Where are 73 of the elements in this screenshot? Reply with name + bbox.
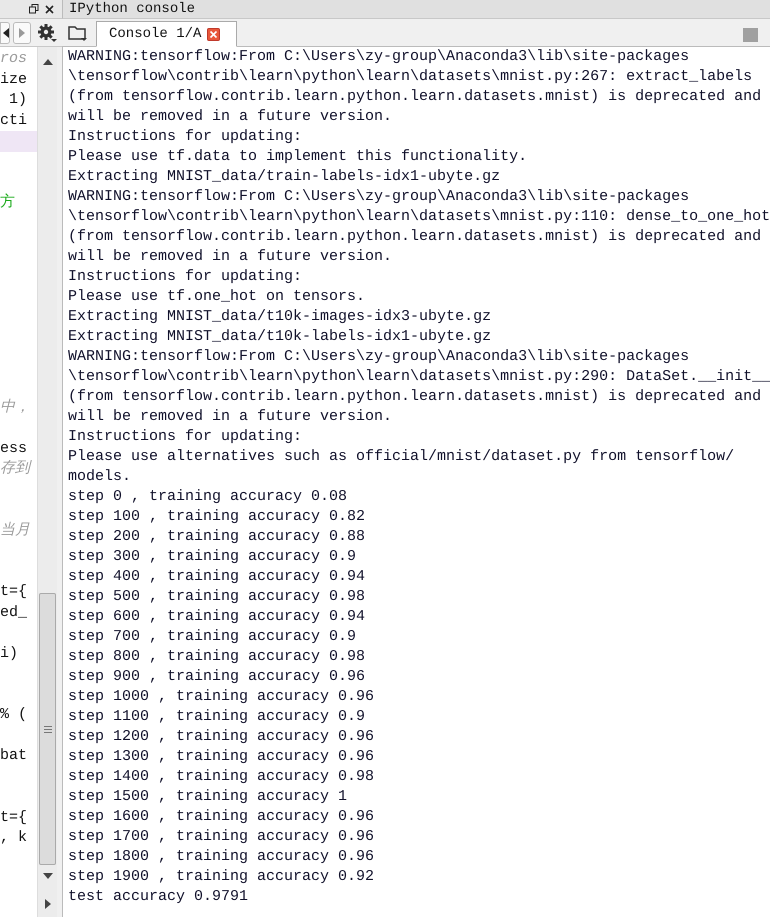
console-output-line: Extracting MNIST_data/train-labels-idx1-ubyte.gz [68,167,500,187]
right-arrow-icon [19,28,25,38]
pane-title: IPython console [69,2,196,16]
console-output-line: step 1600 , training accuracy 0.96 [68,807,374,827]
console-output-line: step 0 , training accuracy 0.08 [68,487,348,507]
console-output-line: Please use tf.one_hot on tensors. [68,287,366,307]
console-output-line: step 1200 , training accuracy 0.96 [68,727,374,747]
console-output-line: (from tensorflow.contrib.learn.python.learn.datasets.mnist) is deprecated and [68,227,762,247]
settings-icon[interactable] [37,22,57,42]
console-output-line: \tensorflow\contrib\learn\python\learn\datasets\mnist.py:110: dense_to_one_hot [68,207,770,227]
console-output-line: step 1100 , training accuracy 0.9 [68,707,366,727]
console-output-line: step 1700 , training accuracy 0.96 [68,827,374,847]
code-fragment: bat [0,746,28,766]
code-fragment: ros [0,49,28,69]
console-output-line: step 800 , training accuracy 0.98 [68,647,366,667]
code-fragment: i) [0,644,18,664]
folder-icon[interactable] [68,24,88,42]
left-arrow-icon [3,28,9,38]
console-output-line: \tensorflow\contrib\learn\python\learn\datasets\mnist.py:267: extract_labels [68,67,752,87]
console-output-line: will be removed in a future version. [68,407,392,427]
code-fragment: t={ [0,808,28,828]
console-output-line: Please use tf.data to implement this functionality. [68,147,528,167]
console-output-line: WARNING:tensorflow:From C:\Users\zy-group\Anaconda3\lib\site-packages [68,187,690,207]
console-output-line: WARNING:tensorflow:From C:\Users\zy-group\Anaconda3\lib\site-packages [68,47,690,67]
code-fragment: 1) [8,90,28,110]
console-output-line: step 500 , training accuracy 0.98 [68,587,366,607]
console-output-line: Extracting MNIST_data/t10k-labels-idx1-ubyte.gz [68,327,492,347]
console-output-line: Extracting MNIST_data/t10k-images-idx3-ubyte.gz [68,307,492,327]
code-fragment: 方 [0,192,15,212]
code-fragment: 当月 [0,520,30,540]
console-tab[interactable]: Console 1/A [96,21,238,47]
code-fragment: t={ [0,582,28,602]
code-fragment: , k [0,828,28,848]
code-fragment: % ( [0,705,28,725]
console-output-line: WARNING:tensorflow:From C:\Users\zy-group\Anaconda3\lib\site-packages [68,347,690,367]
console-output-line: (from tensorflow.contrib.learn.python.learn.datasets.mnist) is deprecated and [68,87,762,107]
console-output-line: will be removed in a future version. [68,247,392,267]
console-output-line: Instructions for updating: [68,267,302,287]
code-fragment: ed_ [0,602,28,622]
code-fragment: 中， [0,398,30,418]
console-output-line: Instructions for updating: [68,127,302,147]
console-output-line: step 1400 , training accuracy 0.98 [68,767,374,787]
console-output-line: step 1000 , training accuracy 0.96 [68,687,374,707]
close-tab-icon[interactable] [207,28,220,40]
console-output-line: step 1800 , training accuracy 0.96 [68,847,374,867]
code-fragment: cti [0,110,28,130]
back-button[interactable] [0,22,10,44]
console-output-line: step 100 , training accuracy 0.82 [68,507,366,527]
scrollbar-thumb[interactable] [39,593,56,865]
console-output-line: step 200 , training accuracy 0.88 [68,527,366,547]
scroll-down-icon[interactable] [42,873,52,879]
restore-icon[interactable] [29,4,39,14]
console-output-line: Please use alternatives such as official/mnist/dataset.py from tensorflow/ [68,447,734,467]
console-output-line: step 400 , training accuracy 0.94 [68,567,366,587]
console-output-line: step 300 , training accuracy 0.9 [68,547,356,567]
code-fragment: ize [0,70,28,90]
scroll-up-icon[interactable] [42,59,52,65]
console-output-line: step 600 , training accuracy 0.94 [68,607,366,627]
console-output-line: models. [68,467,132,487]
console-output-line: test accuracy 0.9791 [68,887,248,907]
console-output-line: will be removed in a future version. [68,107,392,127]
console-output-line: step 1500 , training accuracy 1 [68,787,348,807]
console-output-line: step 1300 , training accuracy 0.96 [68,747,374,767]
console-output-line: Instructions for updating: [68,427,302,447]
console-output-line: step 700 , training accuracy 0.9 [68,627,356,647]
console-output-line: step 900 , training accuracy 0.96 [68,667,366,687]
code-fragment: ess [0,438,28,458]
code-fragment: 存到 [0,459,30,479]
scroll-right-icon[interactable] [44,899,50,909]
console-output-line: step 1900 , training accuracy 0.92 [68,867,374,887]
console-output-line: (from tensorflow.contrib.learn.python.learn.datasets.mnist) is deprecated and [68,387,762,407]
console-output-line: \tensorflow\contrib\learn\python\learn\datasets\mnist.py:290: DataSet.__init__ [68,367,770,387]
close-icon[interactable] [45,4,54,14]
